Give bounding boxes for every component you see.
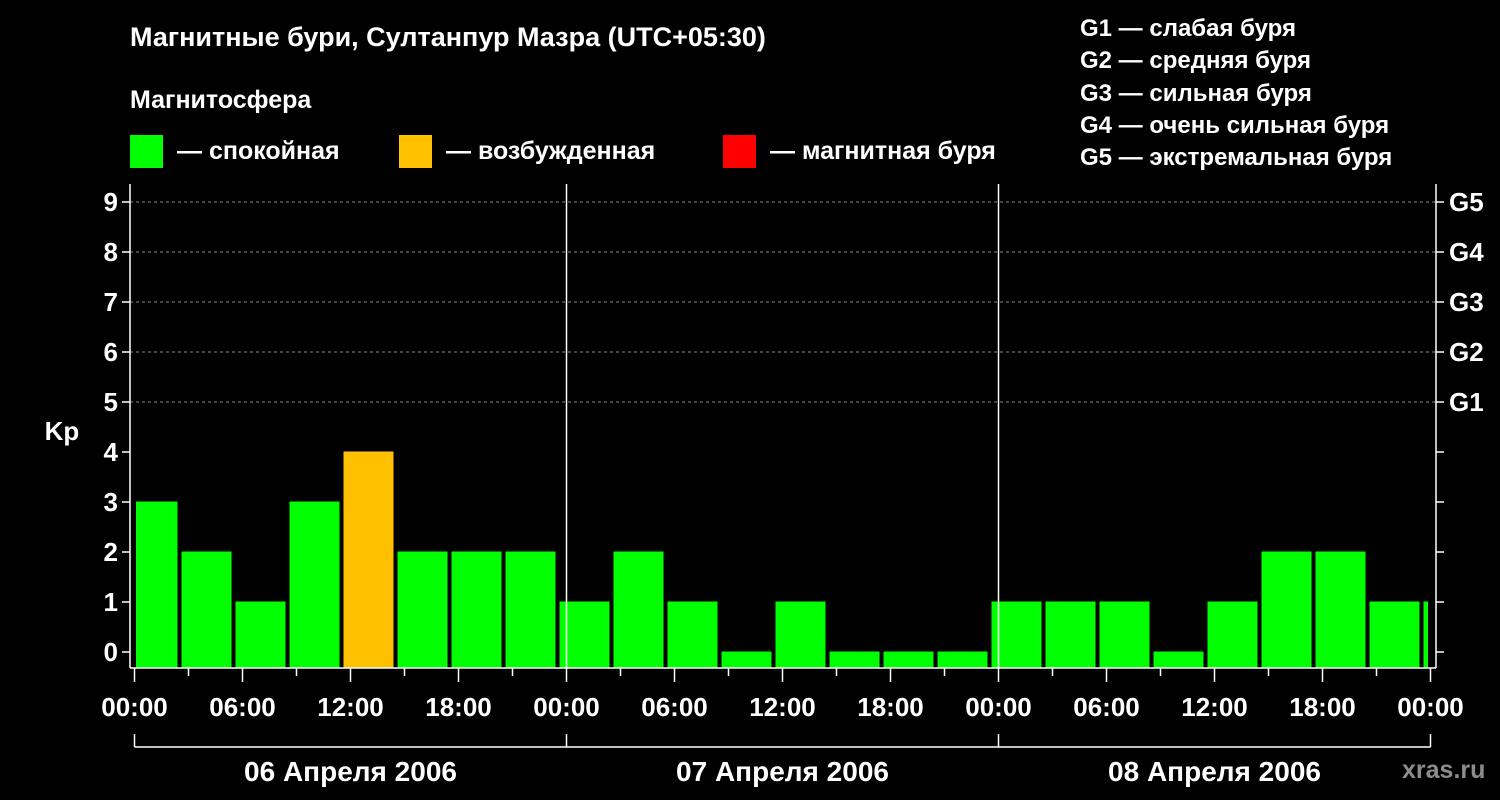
right-tick-label-g1: G1 <box>1449 387 1484 417</box>
right-tick-label-g4: G4 <box>1449 237 1484 267</box>
kp-bar-23 <box>1369 601 1420 668</box>
watermark: xras.ru <box>1402 756 1486 784</box>
kp-bar-9 <box>613 551 664 668</box>
x-tick-label-3: 18:00 <box>425 692 492 722</box>
y-tick-label-9: 9 <box>104 187 118 217</box>
kp-bar-13 <box>829 651 880 668</box>
kp-bar-11 <box>721 651 772 668</box>
x-tick-label-12: 00:00 <box>1397 692 1464 722</box>
kp-bar-5 <box>397 551 448 668</box>
kp-bar-15 <box>937 651 988 668</box>
kp-bar-21 <box>1261 551 1312 668</box>
x-tick-label-9: 06:00 <box>1073 692 1140 722</box>
kp-bar-18 <box>1099 601 1150 668</box>
kp-bar-6 <box>451 551 502 668</box>
kp-bar-24 <box>1423 601 1428 668</box>
kp-bar-10 <box>667 601 718 668</box>
y-tick-label-4: 4 <box>104 437 119 467</box>
x-tick-label-1: 06:00 <box>209 692 276 722</box>
kp-bar-0 <box>136 501 178 668</box>
kp-bar-1 <box>181 551 232 668</box>
x-tick-label-10: 12:00 <box>1181 692 1248 722</box>
y-tick-label-8: 8 <box>104 237 118 267</box>
y-tick-label-3: 3 <box>104 487 118 517</box>
kp-bar-22 <box>1315 551 1366 668</box>
y-tick-label-2: 2 <box>104 537 118 567</box>
x-tick-label-0: 00:00 <box>101 692 168 722</box>
kp-bar-12 <box>775 601 826 668</box>
day-label-0: 06 Апреля 2006 <box>244 756 457 787</box>
y-tick-label-1: 1 <box>104 587 118 617</box>
kp-bar-14 <box>883 651 934 668</box>
kp-bar-7 <box>505 551 556 668</box>
x-tick-label-2: 12:00 <box>317 692 384 722</box>
right-tick-label-g3: G3 <box>1449 287 1484 317</box>
right-tick-label-g5: G5 <box>1449 187 1484 217</box>
y-axis-label: Kp <box>45 416 80 446</box>
right-tick-label-g2: G2 <box>1449 337 1484 367</box>
kp-bar-20 <box>1207 601 1258 668</box>
y-tick-label-7: 7 <box>104 287 118 317</box>
x-tick-label-6: 12:00 <box>749 692 816 722</box>
y-tick-label-0: 0 <box>104 637 118 667</box>
kp-bar-17 <box>1045 601 1096 668</box>
y-tick-label-5: 5 <box>104 387 118 417</box>
x-tick-label-5: 06:00 <box>641 692 708 722</box>
kp-chart: 0 1 2 3 4 5 6 7 8 9 G1 G2 G3 G4 G5 Kp 00:00 06:00 12:00 18:… <box>45 184 1484 787</box>
kp-bar-19 <box>1153 651 1204 668</box>
kp-bar-4 <box>343 451 394 668</box>
x-tick-label-11: 18:00 <box>1289 692 1356 722</box>
kp-bar-3 <box>289 501 340 668</box>
day-label-2: 08 Апреля 2006 <box>1108 756 1321 787</box>
day-label-1: 07 Апреля 2006 <box>676 756 889 787</box>
y-tick-label-6: 6 <box>104 337 118 367</box>
x-tick-label-4: 00:00 <box>533 692 600 722</box>
x-tick-label-8: 00:00 <box>965 692 1032 722</box>
kp-bar-2 <box>235 601 286 668</box>
x-tick-label-7: 18:00 <box>857 692 924 722</box>
